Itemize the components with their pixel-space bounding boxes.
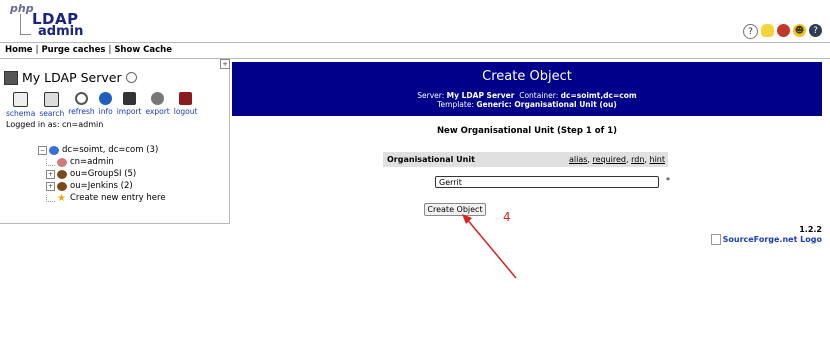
header-icons: ? ☻ ? [743, 24, 822, 39]
toolbar-refresh[interactable]: refresh [68, 92, 95, 118]
rdn-link[interactable]: rdn [631, 155, 644, 164]
template-label: Template: [437, 100, 474, 109]
toolbar-label: search [39, 109, 65, 118]
attribute-name: Organisational Unit [387, 155, 475, 164]
star-icon: ★ [57, 192, 66, 204]
container-label: Container: [519, 91, 559, 100]
step-heading: New Organisational Unit (Step 1 of 1) [436, 126, 618, 136]
donate-icon[interactable]: ? [809, 24, 822, 37]
nav-show-cache-link[interactable]: Show Cache [114, 45, 172, 55]
required-link[interactable]: required [592, 155, 626, 164]
logout-icon [179, 92, 193, 105]
toolbar-info[interactable]: info [99, 92, 113, 118]
server-tree-panel: + My LDAP Server schema search refresh i… [0, 58, 230, 224]
tree-item-label[interactable]: ou=Jenkins (2) [70, 181, 133, 191]
globe-icon [49, 145, 59, 155]
required-marker: * [666, 176, 670, 185]
tree-root[interactable]: − dc=soimt, dc=com (3) [38, 144, 166, 156]
nav-separator: | [35, 45, 39, 55]
attribute-header: Organisational Unit alias, required, rdn… [383, 152, 668, 167]
server-label: Server: [417, 91, 445, 100]
server-toolbar: schema search refresh info import export… [6, 92, 201, 118]
nav-purge-caches-link[interactable]: Purge caches [41, 45, 105, 55]
tree-item[interactable]: + ou=GroupSI (5) [38, 168, 166, 180]
broken-image-icon [710, 234, 721, 245]
server-title: My LDAP Server [4, 70, 137, 85]
tree-branch-line [46, 158, 55, 166]
toolbar-label: info [98, 107, 113, 116]
expand-icon[interactable]: + [46, 181, 55, 191]
server-name: My LDAP Server [22, 70, 122, 85]
import-icon [122, 92, 136, 105]
help-icon[interactable]: ? [743, 24, 758, 39]
phpldapadmin-logo[interactable]: php LDAP admin [4, 2, 94, 39]
attribute-links: alias, required, rdn, hint [568, 155, 666, 164]
search-icon [44, 92, 60, 107]
tree-item-label[interactable]: cn=admin [70, 157, 114, 167]
toolbar-label: export [145, 107, 170, 116]
toolbar-export[interactable]: export [145, 92, 170, 118]
organisational-unit-input[interactable] [435, 176, 659, 188]
banner-subtitle: Server: My LDAP Server Container: dc=soi… [232, 91, 822, 109]
schema-icon [13, 92, 29, 107]
ldap-tree: − dc=soimt, dc=com (3) cn=admin + ou=Gro… [38, 144, 166, 204]
nav-home-link[interactable]: Home [5, 45, 33, 55]
lightbulb-icon[interactable] [761, 24, 774, 37]
page-title: Create Object [482, 69, 572, 84]
toolbar-search[interactable]: search [39, 92, 64, 118]
tree-item[interactable]: cn=admin [38, 156, 166, 168]
toolbar-label: import [116, 107, 142, 116]
nav-separator: | [108, 45, 112, 55]
tree-root-label[interactable]: dc=soimt, dc=com (3) [62, 145, 158, 155]
tree-item[interactable]: + ou=Jenkins (2) [38, 180, 166, 192]
version-label: 1.2.2 [799, 225, 822, 234]
toolbar-schema[interactable]: schema [6, 92, 35, 118]
logo-tree-lines [20, 14, 31, 35]
expand-icon[interactable]: + [46, 169, 55, 179]
toolbar-label: schema [6, 109, 36, 118]
alias-link[interactable]: alias [569, 155, 587, 164]
clock-icon[interactable] [125, 72, 137, 83]
hint-link[interactable]: hint [650, 155, 666, 164]
info-icon [99, 92, 113, 105]
toolbar-logout[interactable]: logout [173, 92, 198, 118]
sourceforge-logo-text: SourceForge.net Logo [722, 235, 822, 244]
tree-item[interactable]: ★ Create new entry here [38, 192, 166, 204]
bug-icon[interactable] [777, 24, 790, 37]
refresh-icon [74, 92, 88, 105]
tree-item-label[interactable]: ou=GroupSI (5) [70, 169, 136, 179]
toolbar-label: refresh [68, 107, 95, 116]
smiley-icon[interactable]: ☻ [793, 24, 806, 37]
container-value: dc=soimt,dc=com [560, 91, 637, 100]
logged-in-as: Logged in as: cn=admin [6, 120, 104, 129]
ou-icon [57, 181, 67, 191]
template-value: Generic: Organisational Unit (ou) [476, 100, 617, 109]
tree-branch-line [46, 194, 55, 202]
export-icon [151, 92, 165, 105]
collapse-icon[interactable]: − [38, 145, 47, 155]
toolbar-import[interactable]: import [116, 92, 142, 118]
create-new-entry-link[interactable]: Create new entry here [70, 193, 166, 203]
user-icon [57, 157, 67, 167]
annotation-arrow-icon [462, 214, 517, 279]
ou-icon [57, 169, 67, 179]
sourceforge-logo[interactable]: SourceForge.net Logo [710, 234, 822, 245]
create-object-banner: Create Object Server: My LDAP Server Con… [232, 62, 822, 116]
server-value: My LDAP Server [446, 91, 515, 100]
server-icon [4, 70, 18, 85]
collapse-panel-icon[interactable]: + [220, 59, 230, 69]
logo-admin-text: admin [38, 24, 84, 39]
top-nav: Home | Purge caches | Show Cache [0, 42, 830, 59]
toolbar-label: logout [173, 107, 198, 116]
